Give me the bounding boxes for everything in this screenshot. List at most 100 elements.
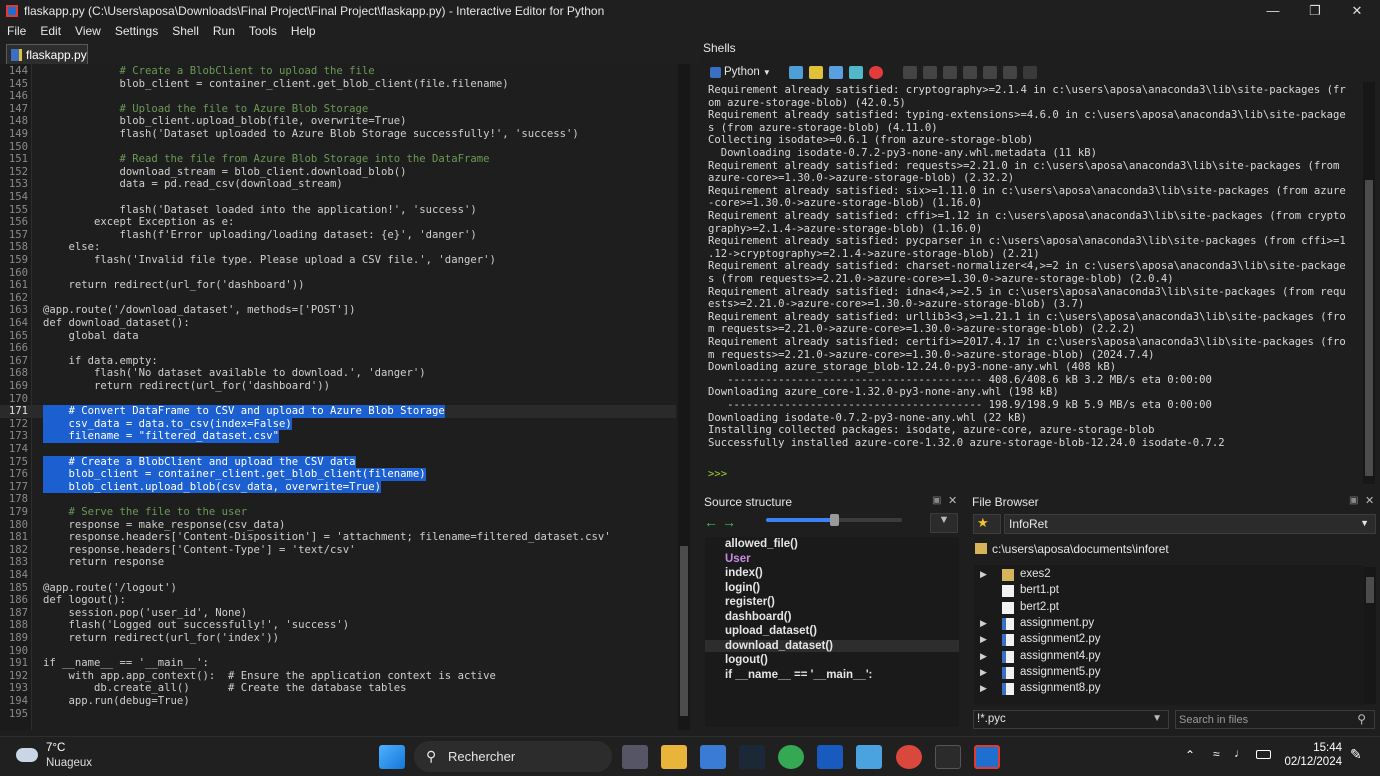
menu-file[interactable]: File — [0, 24, 33, 38]
file-list-scrollbar[interactable] — [1364, 567, 1376, 704]
close-panel-icon[interactable]: ✕ — [1365, 494, 1374, 507]
menu-settings[interactable]: Settings — [108, 24, 165, 38]
expand-icon[interactable] — [962, 65, 977, 79]
code-line[interactable]: 194 app.run(debug=True) — [0, 695, 676, 708]
code-line[interactable]: 181 response.headers['Content-Dispositio… — [0, 531, 676, 544]
code-line[interactable]: 165 global data — [0, 330, 676, 343]
code-line[interactable]: 179 # Serve the file to the user — [0, 506, 676, 519]
zoom-slider[interactable] — [766, 514, 902, 526]
code-line[interactable]: 192 with app.app_context(): # Ensure the… — [0, 670, 676, 683]
shell-scrollbar[interactable] — [1363, 82, 1375, 484]
close-icon[interactable]: ✕ — [1336, 0, 1378, 21]
code-line[interactable]: 151 # Read the file from Azure Blob Stor… — [0, 153, 676, 166]
code-line[interactable]: 150 — [0, 141, 676, 154]
code-line[interactable]: 152 download_stream = blob_client.downlo… — [0, 166, 676, 179]
code-line[interactable]: 159 flash('Invalid file type. Please upl… — [0, 254, 676, 267]
code-line[interactable]: 187 session.pop('user_id', None) — [0, 607, 676, 620]
file-entry[interactable]: ▶ assignment2.py — [974, 632, 1364, 648]
code-line[interactable]: 184 — [0, 569, 676, 582]
code-line[interactable]: 189 return redirect(url_for('index')) — [0, 632, 676, 645]
editor-tab[interactable]: flaskapp.py — [6, 44, 88, 64]
file-filter-input[interactable]: !*.pyc ▼ — [973, 710, 1169, 729]
code-line[interactable]: 153 data = pd.read_csv(download_stream) — [0, 178, 676, 191]
menu-shell[interactable]: Shell — [165, 24, 206, 38]
step-over-icon[interactable] — [922, 65, 937, 79]
code-line[interactable]: 174 — [0, 443, 676, 456]
source-structure-item[interactable]: login() — [725, 582, 760, 594]
code-line[interactable]: 147 # Upload the file to Azure Blob Stor… — [0, 103, 676, 116]
code-line[interactable]: 167 if data.empty: — [0, 355, 676, 368]
source-structure-item[interactable]: upload_dataset() — [725, 625, 817, 637]
source-structure-item[interactable]: allowed_file() — [725, 538, 798, 550]
open-folder-icon[interactable] — [808, 65, 823, 79]
notification-icon[interactable]: ✎ — [1350, 746, 1362, 763]
menu-help[interactable]: Help — [284, 24, 323, 38]
code-line[interactable]: 156 except Exception as e: — [0, 216, 676, 229]
code-line[interactable]: 176 blob_client = container_client.get_b… — [0, 468, 676, 481]
code-line[interactable]: 193 db.create_all() # Create the databas… — [0, 682, 676, 695]
step-into-icon[interactable] — [942, 65, 957, 79]
file-entry[interactable]: ▶ assignment5.py — [974, 665, 1364, 681]
search-in-files-input[interactable]: Search in files ⚲ — [1175, 710, 1375, 729]
battery-icon[interactable] — [1256, 750, 1271, 759]
undock-icon[interactable]: ▣ — [1349, 495, 1358, 506]
source-structure-item[interactable]: logout() — [725, 654, 768, 666]
editor-scrollbar-thumb[interactable] — [680, 546, 688, 716]
word-icon[interactable] — [817, 745, 843, 769]
terminal-icon[interactable] — [1022, 65, 1037, 79]
python-editor-icon[interactable] — [974, 745, 1000, 769]
code-line[interactable]: 162 — [0, 292, 676, 305]
code-line[interactable]: 157 flash(f'Error uploading/loading data… — [0, 229, 676, 242]
code-line[interactable]: 154 — [0, 191, 676, 204]
code-line[interactable]: 175 # Create a BlobClient and upload the… — [0, 455, 676, 469]
task-view-icon[interactable] — [622, 745, 648, 769]
source-structure-item[interactable]: index() — [725, 567, 763, 579]
code-line[interactable]: 161 return redirect(url_for('dashboard')… — [0, 279, 676, 292]
shell-scrollbar-thumb[interactable] — [1365, 180, 1373, 476]
file-entry[interactable]: bert1.pt — [974, 583, 1364, 599]
volume-icon[interactable]: ♩ — [1234, 746, 1246, 760]
close-panel-icon[interactable]: ✕ — [948, 494, 957, 507]
code-line[interactable]: 183 return response — [0, 556, 676, 569]
terminal-icon[interactable] — [935, 745, 961, 769]
notepad-icon[interactable] — [856, 745, 882, 769]
code-line[interactable]: 149 flash('Dataset uploaded to Azure Blo… — [0, 128, 676, 141]
new-shell-icon[interactable] — [788, 65, 803, 79]
source-structure-item[interactable]: dashboard() — [725, 611, 791, 623]
source-structure-item[interactable]: download_dataset() — [705, 639, 959, 652]
stop-debug-icon[interactable] — [1002, 65, 1017, 79]
code-line[interactable]: 171 # Convert DataFrame to CSV and uploa… — [0, 405, 676, 418]
code-line[interactable]: 191 if __name__ == '__main__': — [0, 657, 676, 670]
store-icon[interactable] — [700, 745, 726, 769]
code-line[interactable]: 145 blob_client = container_client.get_b… — [0, 78, 676, 91]
app-icon[interactable] — [896, 745, 922, 769]
file-entry[interactable]: bert2.pt — [974, 600, 1364, 616]
file-entry[interactable]: ▶ assignment.py — [974, 616, 1364, 632]
code-line[interactable]: 177 blob_client.upload_blob(csv_data, ov… — [0, 480, 676, 494]
code-line[interactable]: 185 @app.route('/logout') — [0, 582, 676, 595]
file-explorer-icon[interactable] — [661, 745, 687, 769]
forward-arrow-icon[interactable]: → — [722, 514, 736, 530]
interpreter-select[interactable]: Python ▼ — [710, 66, 771, 78]
favorites-button[interactable]: ★ — [973, 514, 1001, 534]
minimize-icon[interactable]: — — [1252, 0, 1294, 21]
code-line[interactable]: 186 def logout(): — [0, 594, 676, 607]
code-line[interactable]: 164 def download_dataset(): — [0, 317, 676, 330]
wifi-icon[interactable]: ≈ — [1213, 747, 1220, 761]
code-line[interactable]: 169 return redirect(url_for('dashboard')… — [0, 380, 676, 393]
file-list-scrollbar-thumb[interactable] — [1366, 577, 1374, 603]
expand-arrow-icon[interactable]: ▶ — [980, 651, 987, 662]
maximize-icon[interactable]: ❐ — [1294, 0, 1336, 21]
code-line[interactable]: 160 — [0, 267, 676, 280]
source-structure-item[interactable]: if __name__ == '__main__': — [725, 669, 872, 681]
file-entry[interactable]: ▶ assignment4.py — [974, 649, 1364, 665]
code-line[interactable]: 144 # Create a BlobClient to upload the … — [0, 65, 676, 78]
chrome-icon[interactable] — [778, 745, 804, 769]
code-line[interactable]: 155 flash('Dataset loaded into the appli… — [0, 204, 676, 217]
debug-continue-icon[interactable] — [902, 65, 917, 79]
source-structure-item[interactable]: register() — [725, 596, 775, 608]
restart-shell-icon[interactable] — [848, 65, 863, 79]
code-line[interactable]: 182 response.headers['Content-Type'] = '… — [0, 544, 676, 557]
code-line[interactable]: 163 @app.route('/download_dataset', metho… — [0, 304, 676, 317]
code-line[interactable]: 168 flash('No dataset available to downl… — [0, 367, 676, 380]
